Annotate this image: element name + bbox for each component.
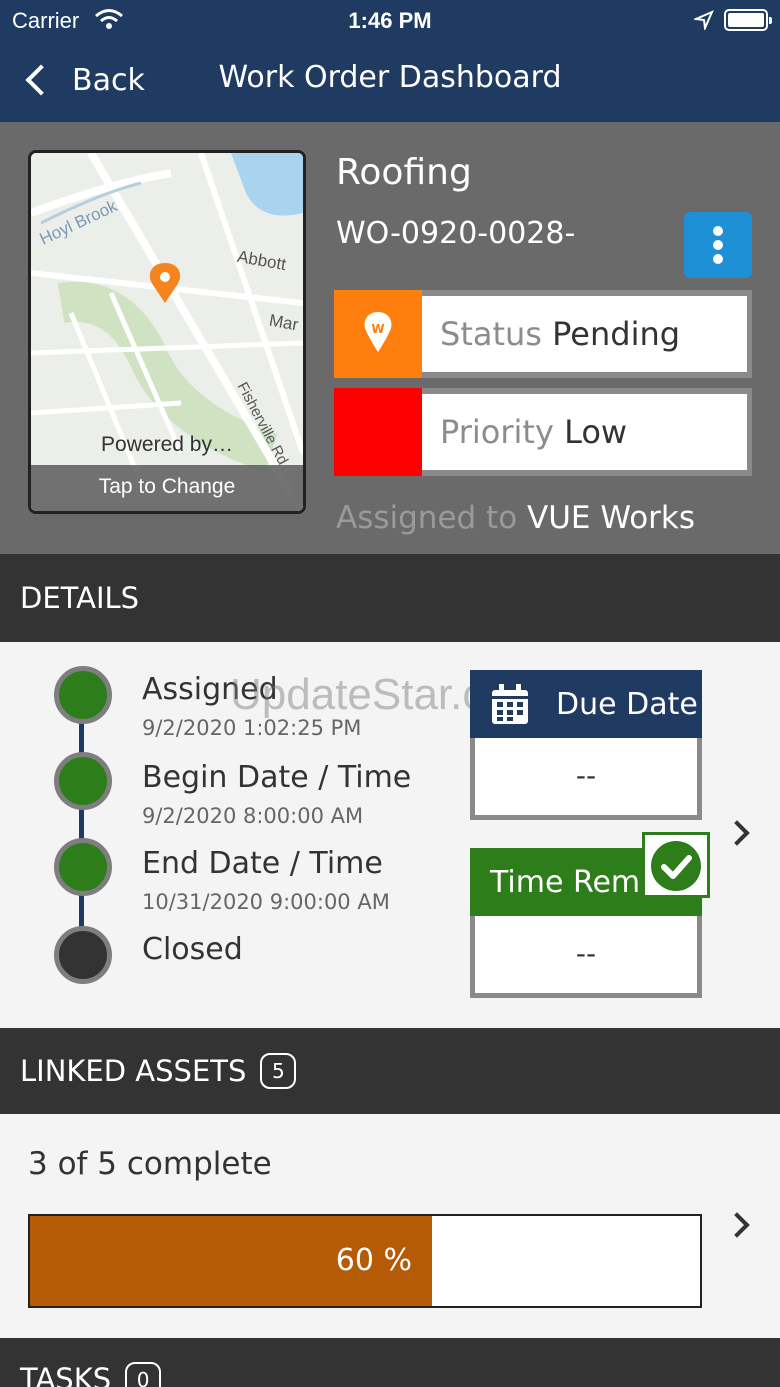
tap-to-change-button[interactable]: Tap to Change bbox=[31, 465, 303, 511]
due-date-header: Due Date bbox=[470, 670, 702, 738]
timeline-dot-begin bbox=[54, 752, 112, 810]
more-vertical-icon bbox=[713, 226, 723, 236]
svg-text:W: W bbox=[371, 322, 384, 336]
assigned-to-value: VUE Works bbox=[527, 500, 696, 536]
priority-value-box: Priority Low bbox=[422, 394, 747, 470]
timeline-dot-assigned bbox=[54, 666, 112, 724]
event-date-end: 10/31/2020 9:00:00 AM bbox=[142, 890, 390, 914]
priority-label: Priority bbox=[440, 413, 554, 451]
timeline-dot-closed bbox=[54, 926, 112, 984]
tasks-count-badge: 0 bbox=[125, 1362, 162, 1387]
status-pin-icon: W bbox=[364, 312, 392, 352]
assets-progress-bar: 60 % bbox=[28, 1214, 702, 1308]
assets-progress-label: 60 % bbox=[335, 1243, 412, 1278]
linked-assets-section-header: LINKED ASSETS 5 bbox=[0, 1028, 780, 1114]
top-bar: Carrier 1:46 PM Back Work Order Dashboar… bbox=[0, 0, 780, 122]
linked-assets-title: LINKED ASSETS bbox=[20, 1054, 247, 1088]
clock: 1:46 PM bbox=[348, 8, 432, 33]
more-options-button[interactable] bbox=[684, 212, 752, 278]
time-remaining-value: -- bbox=[470, 916, 702, 998]
tasks-title: TASKS bbox=[20, 1362, 112, 1387]
map-attribution: Powered by… bbox=[101, 433, 233, 456]
event-label-closed: Closed bbox=[142, 932, 243, 967]
work-order-number: WO-0920-0028- bbox=[336, 216, 576, 251]
map-thumbnail[interactable]: Hoyl Brook Abbott Mar Fisherville Rd Pow… bbox=[28, 150, 306, 514]
event-label-end: End Date / Time bbox=[142, 846, 383, 881]
due-date-label: Due Date bbox=[556, 686, 698, 722]
battery-icon bbox=[724, 9, 772, 31]
time-remaining-label: Time Rem bbox=[490, 864, 641, 900]
work-order-title: Roofing bbox=[336, 152, 472, 193]
status-value-box: Status Pending bbox=[422, 296, 747, 372]
assigned-to: Assigned to VUE Works bbox=[336, 500, 695, 536]
event-label-begin: Begin Date / Time bbox=[142, 760, 412, 795]
details-title: DETAILS bbox=[20, 581, 140, 615]
status-bar: Carrier 1:46 PM bbox=[0, 0, 780, 42]
location-arrow-icon bbox=[692, 10, 714, 35]
event-date-begin: 9/2/2020 8:00:00 AM bbox=[142, 804, 364, 828]
complete-checkbox[interactable] bbox=[642, 832, 710, 898]
tasks-section-header: TASKS 0 bbox=[0, 1338, 780, 1387]
due-date-value: -- bbox=[470, 738, 702, 820]
check-icon bbox=[651, 841, 701, 891]
status-swatch: W bbox=[334, 290, 422, 378]
status-value: Pending bbox=[552, 315, 681, 353]
assets-complete-text: 3 of 5 complete bbox=[28, 1146, 272, 1182]
more-vertical-icon-dot bbox=[713, 254, 723, 264]
more-vertical-icon-dot bbox=[713, 240, 723, 250]
work-order-header: Hoyl Brook Abbott Mar Fisherville Rd Pow… bbox=[0, 122, 780, 554]
priority-value: Low bbox=[564, 413, 628, 451]
due-date-tile: Due Date -- bbox=[470, 670, 702, 820]
timeline-line bbox=[79, 690, 84, 954]
page-title: Work Order Dashboard bbox=[218, 60, 562, 95]
map-image bbox=[31, 153, 303, 511]
status-pill[interactable]: W Status Pending bbox=[334, 290, 752, 378]
timeline-dot-end bbox=[54, 838, 112, 896]
linked-assets-count-badge: 5 bbox=[260, 1053, 297, 1089]
priority-pill[interactable]: Priority Low bbox=[334, 388, 752, 476]
priority-swatch bbox=[334, 388, 422, 476]
calendar-icon bbox=[492, 684, 528, 724]
status-label: Status bbox=[440, 315, 542, 353]
details-section-header: DETAILS bbox=[0, 554, 780, 642]
assigned-prefix: Assigned to bbox=[336, 500, 518, 536]
